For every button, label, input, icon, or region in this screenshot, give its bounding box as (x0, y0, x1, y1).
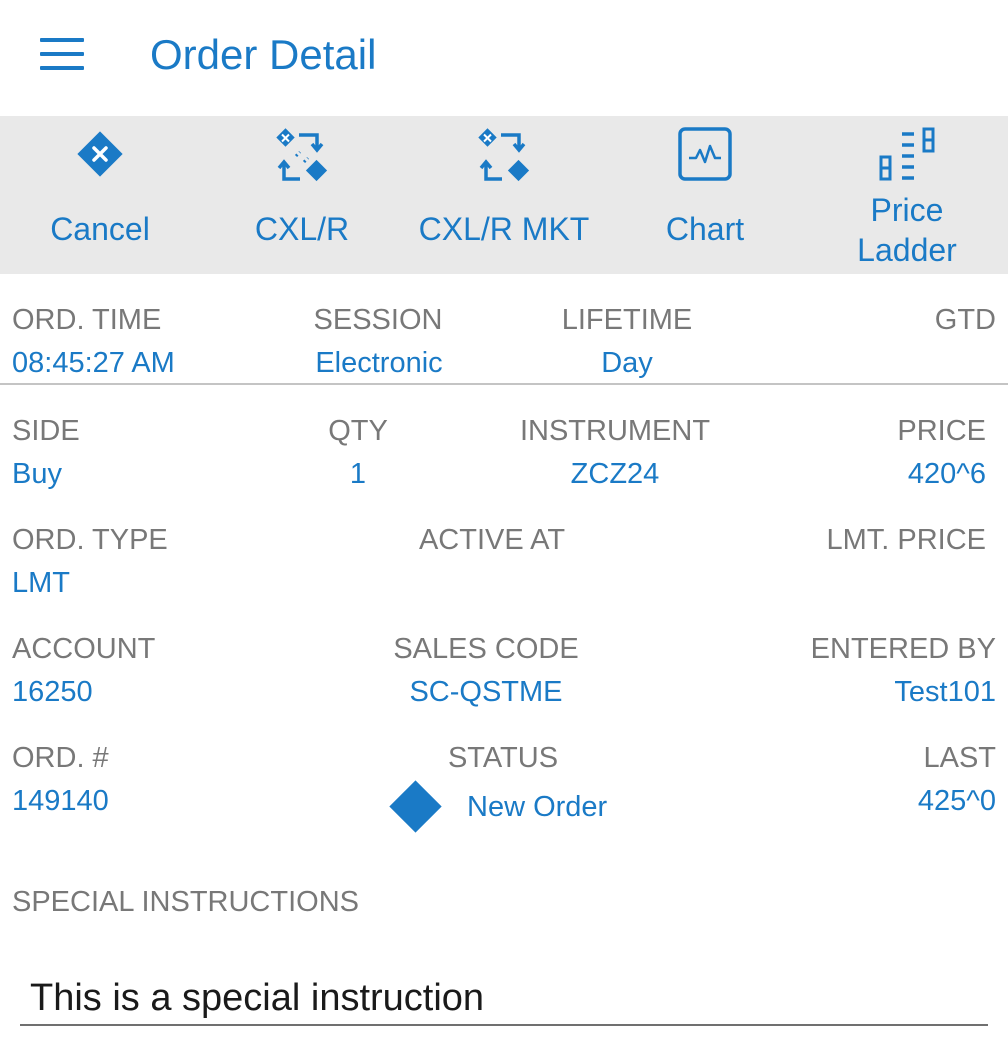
status-label: STATUS (447, 742, 559, 774)
ord-number-value: 149140 (12, 785, 109, 817)
qty-label: QTY (328, 415, 388, 447)
session-label: SESSION (313, 304, 443, 336)
entered-by-value: Test101 (894, 676, 996, 708)
price-value: 420^6 (907, 458, 986, 490)
cancel-label: Cancel (50, 211, 150, 247)
chart-button[interactable]: Chart (604, 116, 806, 274)
lifetime-value: Day (601, 347, 653, 379)
cancel-button[interactable]: Cancel (0, 116, 200, 274)
last-value: 425^0 (917, 785, 996, 817)
status-diamond-icon (389, 780, 442, 833)
ord-time-label: ORD. TIME (12, 304, 162, 336)
app-header: Order Detail (0, 0, 1008, 116)
price-label: PRICE (897, 415, 986, 447)
last-label: LAST (923, 742, 996, 774)
account-label: ACCOUNT (12, 633, 156, 665)
order-action-toolbar: Cancel CXL/R CXL/R MKT Chart Price Ladde… (0, 116, 1008, 274)
entered-by-label: ENTERED BY (810, 633, 996, 665)
chart-label: Chart (665, 211, 745, 247)
status-value: New Order (467, 791, 608, 823)
lifetime-label: LIFETIME (561, 304, 693, 336)
cancel-replace-label: CXL/R (254, 211, 350, 247)
qty-value: 1 (349, 458, 367, 490)
ord-type-value: LMT (12, 567, 70, 599)
instrument-value: ZCZ24 (570, 458, 660, 490)
cancel-replace-market-button[interactable]: CXL/R MKT (404, 116, 604, 274)
active-at-label: ACTIVE AT (418, 524, 566, 556)
price-ladder-label-line2: Ladder (857, 232, 957, 268)
ord-number-label: ORD. # (12, 742, 109, 774)
cancel-replace-market-icon (478, 128, 530, 182)
price-ladder-button[interactable]: Price Ladder (806, 116, 1008, 274)
hamburger-menu-icon[interactable] (40, 36, 86, 72)
ord-type-label: ORD. TYPE (12, 524, 168, 556)
special-instructions-input[interactable] (20, 972, 988, 1026)
special-instructions-label: SPECIAL INSTRUCTIONS (12, 886, 359, 918)
page-title: Order Detail (150, 31, 377, 78)
cancel-replace-market-label: CXL/R MKT (418, 211, 590, 247)
side-value: Buy (12, 458, 62, 490)
lmt-price-label: LMT. PRICE (826, 524, 986, 556)
instrument-label: INSTRUMENT (519, 415, 711, 447)
section-divider (0, 383, 1008, 385)
price-ladder-label-line1: Price (870, 192, 944, 228)
cancel-replace-button[interactable]: CXL/R (200, 116, 404, 274)
ord-time-value: 08:45:27 AM (12, 347, 175, 379)
cancel-replace-icon (276, 128, 328, 182)
price-ladder-icon (879, 127, 935, 181)
sales-code-value: SC-QSTME (409, 676, 563, 708)
gtd-label: GTD (934, 304, 996, 336)
sales-code-label: SALES CODE (393, 633, 579, 665)
session-value: Electronic (315, 347, 443, 379)
side-label: SIDE (12, 415, 80, 447)
account-value: 16250 (12, 676, 93, 708)
cancel-diamond-icon (77, 131, 123, 177)
chart-icon (678, 127, 732, 181)
